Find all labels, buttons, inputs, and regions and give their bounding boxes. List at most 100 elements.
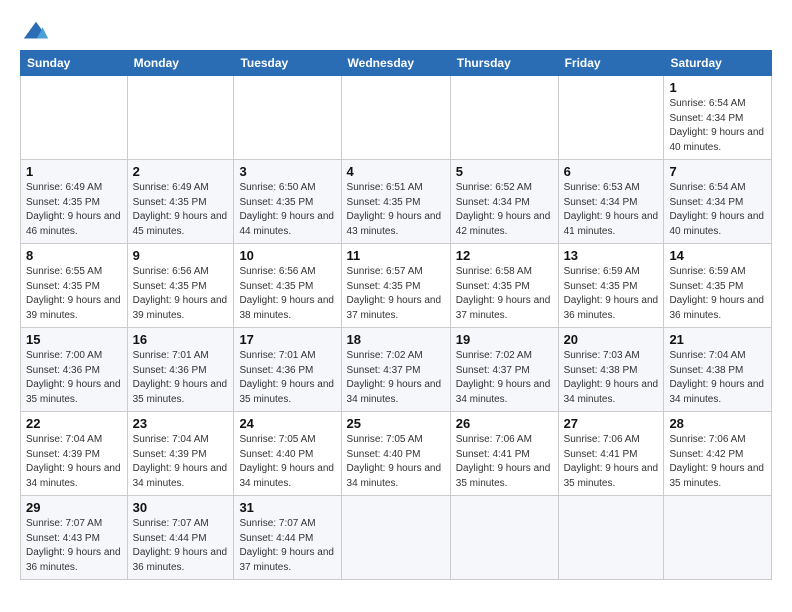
day-number: 17 <box>239 332 335 347</box>
day-info: Sunrise: 6:56 AMSunset: 4:35 PMDaylight:… <box>239 265 335 323</box>
calendar-cell: 24 Sunrise: 7:05 AMSunset: 4:40 PMDayligh… <box>234 412 341 496</box>
day-number: 19 <box>456 332 553 347</box>
day-number: 8 <box>26 248 122 263</box>
day-number: 9 <box>133 248 229 263</box>
calendar-week-row: 8 Sunrise: 6:55 AMSunset: 4:35 PMDaylight… <box>21 244 772 328</box>
day-number: 29 <box>26 500 122 515</box>
calendar-cell: 26 Sunrise: 7:06 AMSunset: 4:41 PMDayligh… <box>450 412 558 496</box>
day-number: 1 <box>669 80 766 95</box>
calendar-cell: 22 Sunrise: 7:04 AMSunset: 4:39 PMDayligh… <box>21 412 128 496</box>
calendar-cell <box>341 496 450 580</box>
day-info: Sunrise: 7:06 AMSunset: 4:41 PMDaylight:… <box>564 433 659 491</box>
day-number: 27 <box>564 416 659 431</box>
calendar-cell: 31 Sunrise: 7:07 AMSunset: 4:44 PMDayligh… <box>234 496 341 580</box>
calendar-cell: 3Sunrise: 6:50 AMSunset: 4:35 PMDaylight… <box>234 160 341 244</box>
day-number: 24 <box>239 416 335 431</box>
day-info: Sunrise: 7:06 AMSunset: 4:41 PMDaylight:… <box>456 433 553 491</box>
logo-icon <box>22 18 50 46</box>
calendar-cell <box>127 76 234 160</box>
calendar-cell: 29 Sunrise: 7:07 AMSunset: 4:43 PMDayligh… <box>21 496 128 580</box>
day-info: Sunrise: 7:02 AMSunset: 4:37 PMDaylight:… <box>456 349 553 407</box>
calendar-cell: 13 Sunrise: 6:59 AMSunset: 4:35 PMDayligh… <box>558 244 664 328</box>
calendar-cell: 27 Sunrise: 7:06 AMSunset: 4:41 PMDayligh… <box>558 412 664 496</box>
day-info: Sunrise: 6:55 AMSunset: 4:35 PMDaylight:… <box>26 265 122 323</box>
day-number: 26 <box>456 416 553 431</box>
calendar-header-thursday: Thursday <box>450 51 558 76</box>
calendar-cell: 15Sunrise: 7:00 AMSunset: 4:36 PMDayligh… <box>21 328 128 412</box>
calendar-cell <box>558 496 664 580</box>
day-number: 18 <box>347 332 445 347</box>
calendar-cell: 4 Sunrise: 6:51 AMSunset: 4:35 PMDaylight… <box>341 160 450 244</box>
calendar-cell <box>21 76 128 160</box>
day-number: 14 <box>669 248 766 263</box>
day-info: Sunrise: 7:01 AMSunset: 4:36 PMDaylight:… <box>239 349 335 407</box>
day-info: Sunrise: 7:03 AMSunset: 4:38 PMDaylight:… <box>564 349 659 407</box>
day-info: Sunrise: 6:51 AMSunset: 4:35 PMDaylight:… <box>347 181 445 239</box>
calendar-header-monday: Monday <box>127 51 234 76</box>
day-info: Sunrise: 7:04 AMSunset: 4:39 PMDaylight:… <box>133 433 229 491</box>
day-number: 13 <box>564 248 659 263</box>
day-info: Sunrise: 7:07 AMSunset: 4:44 PMDaylight:… <box>239 517 335 575</box>
day-number: 25 <box>347 416 445 431</box>
day-info: Sunrise: 6:56 AMSunset: 4:35 PMDaylight:… <box>133 265 229 323</box>
day-info: Sunrise: 6:52 AMSunset: 4:34 PMDaylight:… <box>456 181 553 239</box>
calendar-cell <box>450 496 558 580</box>
calendar-week-row: 22 Sunrise: 7:04 AMSunset: 4:39 PMDayligh… <box>21 412 772 496</box>
day-number: 23 <box>133 416 229 431</box>
day-info: Sunrise: 6:58 AMSunset: 4:35 PMDaylight:… <box>456 265 553 323</box>
day-number: 5 <box>456 164 553 179</box>
calendar-cell: 7 Sunrise: 6:54 AMSunset: 4:34 PMDaylight… <box>664 160 772 244</box>
day-number: 7 <box>669 164 766 179</box>
calendar-cell <box>558 76 664 160</box>
day-info: Sunrise: 7:04 AMSunset: 4:39 PMDaylight:… <box>26 433 122 491</box>
calendar-header-wednesday: Wednesday <box>341 51 450 76</box>
calendar-cell <box>664 496 772 580</box>
calendar-cell: 18Sunrise: 7:02 AMSunset: 4:37 PMDayligh… <box>341 328 450 412</box>
day-info: Sunrise: 7:07 AMSunset: 4:44 PMDaylight:… <box>133 517 229 575</box>
day-info: Sunrise: 6:59 AMSunset: 4:35 PMDaylight:… <box>669 265 766 323</box>
logo <box>20 18 50 46</box>
day-info: Sunrise: 7:04 AMSunset: 4:38 PMDaylight:… <box>669 349 766 407</box>
calendar-table: SundayMondayTuesdayWednesdayThursdayFrid… <box>20 50 772 580</box>
calendar-cell: 17 Sunrise: 7:01 AMSunset: 4:36 PMDayligh… <box>234 328 341 412</box>
calendar-header-sunday: Sunday <box>21 51 128 76</box>
calendar-cell <box>450 76 558 160</box>
day-info: Sunrise: 7:07 AMSunset: 4:43 PMDaylight:… <box>26 517 122 575</box>
calendar-cell: 5 Sunrise: 6:52 AMSunset: 4:34 PMDaylight… <box>450 160 558 244</box>
calendar-cell: 11 Sunrise: 6:57 AMSunset: 4:35 PMDayligh… <box>341 244 450 328</box>
calendar-cell: 9 Sunrise: 6:56 AMSunset: 4:35 PMDaylight… <box>127 244 234 328</box>
day-number: 12 <box>456 248 553 263</box>
day-number: 4 <box>347 164 445 179</box>
day-number: 30 <box>133 500 229 515</box>
day-number: 15 <box>26 332 122 347</box>
calendar-week-row: 29 Sunrise: 7:07 AMSunset: 4:43 PMDayligh… <box>21 496 772 580</box>
calendar-cell: 25 Sunrise: 7:05 AMSunset: 4:40 PMDayligh… <box>341 412 450 496</box>
day-number: 2 <box>133 164 229 179</box>
calendar-cell: 10Sunrise: 6:56 AMSunset: 4:35 PMDayligh… <box>234 244 341 328</box>
calendar-week-row: 1Sunrise: 6:54 AMSunset: 4:34 PMDaylight… <box>21 76 772 160</box>
calendar-cell: 14 Sunrise: 6:59 AMSunset: 4:35 PMDayligh… <box>664 244 772 328</box>
day-info: Sunrise: 6:57 AMSunset: 4:35 PMDaylight:… <box>347 265 445 323</box>
day-info: Sunrise: 7:01 AMSunset: 4:36 PMDaylight:… <box>133 349 229 407</box>
day-number: 20 <box>564 332 659 347</box>
day-number: 11 <box>347 248 445 263</box>
day-number: 31 <box>239 500 335 515</box>
day-number: 21 <box>669 332 766 347</box>
day-info: Sunrise: 7:05 AMSunset: 4:40 PMDaylight:… <box>347 433 445 491</box>
day-info: Sunrise: 6:49 AMSunset: 4:35 PMDaylight:… <box>26 181 122 239</box>
calendar-week-row: 15Sunrise: 7:00 AMSunset: 4:36 PMDayligh… <box>21 328 772 412</box>
calendar-cell: 21 Sunrise: 7:04 AMSunset: 4:38 PMDayligh… <box>664 328 772 412</box>
day-info: Sunrise: 6:53 AMSunset: 4:34 PMDaylight:… <box>564 181 659 239</box>
calendar-header-row: SundayMondayTuesdayWednesdayThursdayFrid… <box>21 51 772 76</box>
day-number: 6 <box>564 164 659 179</box>
day-number: 22 <box>26 416 122 431</box>
calendar-week-row: 1 Sunrise: 6:49 AMSunset: 4:35 PMDaylight… <box>21 160 772 244</box>
day-info: Sunrise: 6:54 AMSunset: 4:34 PMDaylight:… <box>669 181 766 239</box>
day-number: 28 <box>669 416 766 431</box>
day-info: Sunrise: 7:05 AMSunset: 4:40 PMDaylight:… <box>239 433 335 491</box>
day-number: 3 <box>239 164 335 179</box>
calendar-cell: 19 Sunrise: 7:02 AMSunset: 4:37 PMDayligh… <box>450 328 558 412</box>
calendar-cell: 8 Sunrise: 6:55 AMSunset: 4:35 PMDaylight… <box>21 244 128 328</box>
day-number: 1 <box>26 164 122 179</box>
day-info: Sunrise: 6:59 AMSunset: 4:35 PMDaylight:… <box>564 265 659 323</box>
